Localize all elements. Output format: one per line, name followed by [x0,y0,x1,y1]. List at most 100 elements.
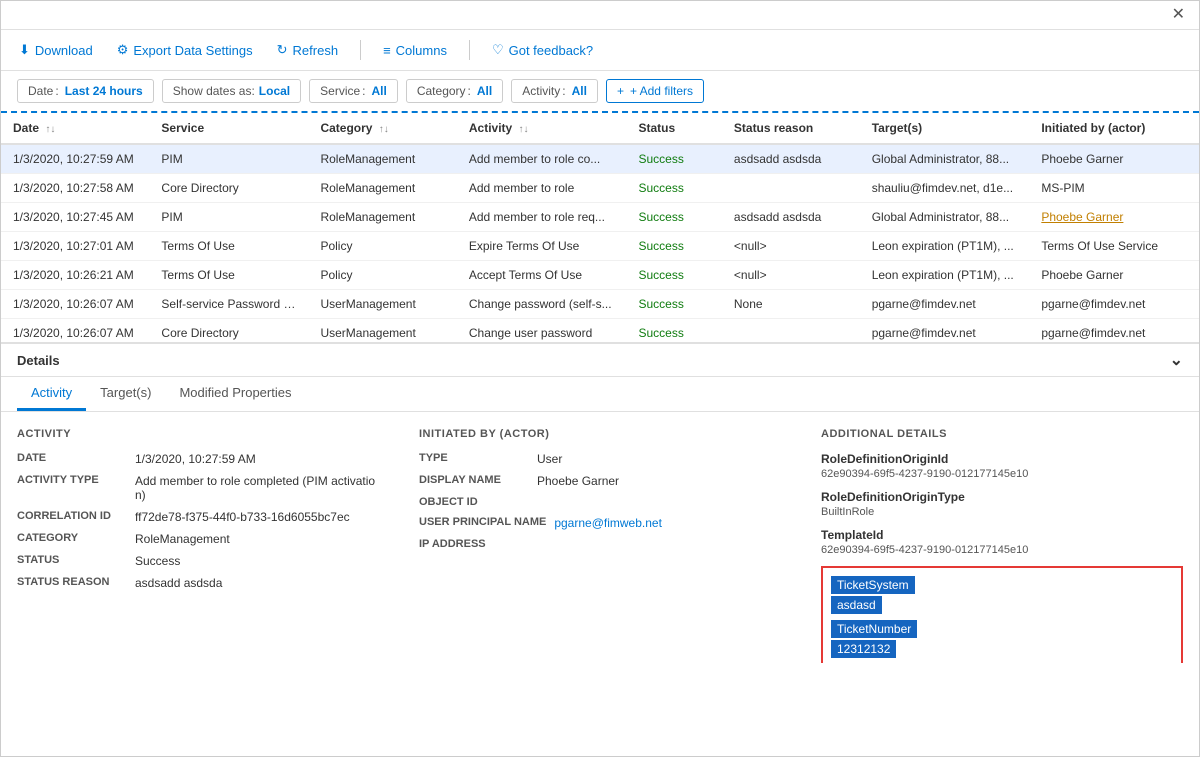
cell-service: Core Directory [149,319,308,344]
columns-button[interactable]: ≡ Columns [381,39,449,62]
cell-targets: Global Administrator, 88... [860,144,1030,174]
detail-row-activity-type: ACTIVITY TYPE Add member to role complet… [17,474,379,502]
close-button[interactable]: ✕ [1166,5,1191,25]
activity-filter[interactable]: Activity : All [511,79,598,103]
cell-category: RoleManagement [308,144,456,174]
initiated-section-title: INITIATED BY (ACTOR) [419,428,781,440]
cell-status: Success [626,290,721,319]
details-collapse-button[interactable]: ⌄ [1170,350,1183,370]
download-button[interactable]: ⬇ Download [17,38,95,62]
date-filter-value: Last 24 hours [65,84,143,98]
cell-status_reason: None [722,290,860,319]
table-row[interactable]: 1/3/2020, 10:27:45 AMPIMRoleManagementAd… [1,203,1199,232]
highlight-key-1: TicketSystem [831,576,915,594]
refresh-button[interactable]: ↻ Refresh [275,38,340,62]
cell-date: 1/3/2020, 10:26:07 AM [1,319,149,344]
cell-targets: Global Administrator, 88... [860,203,1030,232]
details-panel: Details ⌄ Activity Target(s) Modified Pr… [1,343,1199,663]
additional-item-1: RoleDefinitionOriginId 62e90394-69f5-423… [821,452,1183,480]
cell-status: Success [626,174,721,203]
export-icon: ⚙ [117,42,129,58]
detail-row-correlation-id: CORRELATION ID ff72de78-f375-44f0-b733-1… [17,510,379,524]
service-filter[interactable]: Service : All [309,79,398,103]
service-filter-value: All [372,84,387,98]
show-dates-filter[interactable]: Show dates as: Local [162,79,301,103]
col-header-status-reason[interactable]: Status reason [722,113,860,144]
table-row[interactable]: 1/3/2020, 10:27:58 AMCore DirectoryRoleM… [1,174,1199,203]
add-filter-icon: + [617,84,624,98]
category-filter[interactable]: Category : All [406,79,503,103]
tab-activity[interactable]: Activity [17,377,86,411]
cell-targets: pgarne@fimdev.net [860,290,1030,319]
cell-status_reason: <null> [722,261,860,290]
toolbar: ⬇ Download ⚙ Export Data Settings ↻ Refr… [1,30,1199,71]
add-filter-button[interactable]: + + Add filters [606,79,704,103]
detail-row-type: TYPE User [419,452,781,466]
detail-status-value: Success [135,554,180,568]
cell-date: 1/3/2020, 10:26:21 AM [1,261,149,290]
activity-section: ACTIVITY DATE 1/3/2020, 10:27:59 AM ACTI… [17,428,379,647]
tab-targets[interactable]: Target(s) [86,377,165,411]
table-row[interactable]: 1/3/2020, 10:27:59 AMPIMRoleManagementAd… [1,144,1199,174]
cell-status_reason [722,174,860,203]
detail-row-category: CATEGORY RoleManagement [17,532,379,546]
additional-list: RoleDefinitionOriginId 62e90394-69f5-423… [821,452,1183,556]
table-row[interactable]: 1/3/2020, 10:27:01 AMTerms Of UsePolicyE… [1,232,1199,261]
details-body: ACTIVITY DATE 1/3/2020, 10:27:59 AM ACTI… [1,412,1199,663]
table-row[interactable]: 1/3/2020, 10:26:07 AMCore DirectoryUserM… [1,319,1199,344]
highlight-val-1: asdasd [831,596,882,614]
feedback-icon: ♡ [492,42,504,58]
cell-status: Success [626,203,721,232]
additional-val-2: BuiltInRole [821,506,1183,518]
detail-activity-type-value: Add member to role completed (PIM activa… [135,474,379,502]
toolbar-divider [360,40,361,60]
cell-initiated: pgarne@fimdev.net [1029,290,1199,319]
details-title: Details [17,353,60,368]
cell-initiated: Phoebe Garner [1029,144,1199,174]
show-dates-value: Local [259,84,290,98]
highlight-key-2: TicketNumber [831,620,917,638]
download-icon: ⬇ [19,42,30,58]
col-header-targets[interactable]: Target(s) [860,113,1030,144]
additional-key-2: RoleDefinitionOriginType [821,490,1183,504]
cell-initiated: MS-PIM [1029,174,1199,203]
cell-service: PIM [149,144,308,174]
cell-activity: Change user password [457,319,627,344]
cell-date: 1/3/2020, 10:27:01 AM [1,232,149,261]
additional-val-1: 62e90394-69f5-4237-9190-012177145e10 [821,468,1183,480]
detail-row-date: DATE 1/3/2020, 10:27:59 AM [17,452,379,466]
col-header-service[interactable]: Service [149,113,308,144]
col-header-status[interactable]: Status [626,113,721,144]
cell-date: 1/3/2020, 10:27:59 AM [1,144,149,174]
export-button[interactable]: ⚙ Export Data Settings [115,38,255,62]
detail-status-reason-value: asdsadd asdsda [135,576,222,590]
cell-status: Success [626,261,721,290]
cell-status: Success [626,144,721,174]
col-header-initiated[interactable]: Initiated by (actor) [1029,113,1199,144]
additional-key-1: RoleDefinitionOriginId [821,452,1183,466]
col-header-activity[interactable]: Activity ↑↓ [457,113,627,144]
table-row[interactable]: 1/3/2020, 10:26:21 AMTerms Of UsePolicyA… [1,261,1199,290]
col-header-date[interactable]: Date ↑↓ [1,113,149,144]
audit-table: Date ↑↓ Service Category ↑↓ Activity ↑↓ … [1,113,1199,343]
col-header-category[interactable]: Category ↑↓ [308,113,456,144]
cell-category: UserManagement [308,319,456,344]
cell-targets: pgarne@fimdev.net [860,319,1030,344]
feedback-button[interactable]: ♡ Got feedback? [490,38,595,62]
details-header: Details ⌄ [1,344,1199,377]
add-filter-label: + Add filters [630,84,693,98]
cell-initiated: pgarne@fimdev.net [1029,319,1199,344]
cell-initiated: Terms Of Use Service [1029,232,1199,261]
cell-targets: shauliu@fimdev.net, d1e... [860,174,1030,203]
cell-status_reason: asdsadd asdsda [722,144,860,174]
category-filter-value: All [477,84,492,98]
activity-filter-value: All [572,84,587,98]
detail-upn-value[interactable]: pgarne@fimweb.net [554,516,662,530]
tab-modified-properties[interactable]: Modified Properties [165,377,305,411]
detail-row-status-reason: STATUS REASON asdsadd asdsda [17,576,379,590]
highlight-field-2: TicketNumber 12312132 [831,620,1173,658]
date-filter[interactable]: Date : Last 24 hours [17,79,154,103]
table-row[interactable]: 1/3/2020, 10:26:07 AMSelf-service Passwo… [1,290,1199,319]
title-bar: ✕ [1,1,1199,30]
cell-service: Terms Of Use [149,261,308,290]
